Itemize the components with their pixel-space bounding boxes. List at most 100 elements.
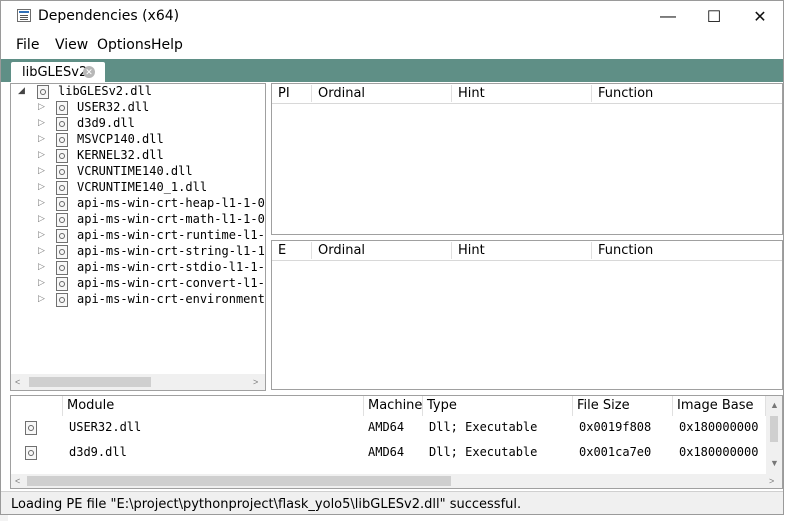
exports-col-ordinal[interactable]: Ordinal (312, 242, 452, 259)
dll-file-icon (56, 101, 68, 115)
exports-col-e[interactable]: E (272, 242, 312, 259)
tree-item-label: api-ms-win-crt-heap-l1-1-0 (77, 196, 265, 210)
module-hscroll-thumb[interactable] (27, 476, 451, 486)
module-col-image-base[interactable]: Image Base (673, 396, 766, 416)
scroll-up-icon[interactable]: ▲ (770, 400, 779, 410)
dll-file-icon (56, 117, 68, 131)
tree-item-label: d3d9.dll (77, 116, 135, 130)
module-col-icon (11, 396, 63, 416)
expand-arrow-icon[interactable]: ▷ (38, 181, 48, 193)
scroll-right-icon[interactable]: > (769, 476, 774, 486)
dll-file-icon (56, 197, 68, 211)
tree-item-label: MSVCP140.dll (77, 132, 164, 146)
expand-arrow-icon[interactable]: ▷ (38, 213, 48, 225)
tree-item-label: KERNEL32.dll (77, 148, 164, 162)
exports-panel: E Ordinal Hint Function (271, 240, 783, 390)
dll-file-icon (25, 421, 37, 435)
scroll-left-icon[interactable]: < (15, 476, 20, 486)
menu-file[interactable]: File (16, 37, 39, 53)
tree-item-label: api-ms-win-crt-convert-l1- (77, 276, 265, 290)
tree-item-label: api-ms-win-crt-math-l1-1-0 (77, 212, 265, 226)
dll-file-icon (56, 181, 68, 195)
expand-arrow-icon[interactable]: ▷ (38, 229, 48, 241)
module-type: Dll; Executable (429, 420, 538, 434)
document-tab-strip: libGLESv2 ✕ (1, 59, 783, 82)
tree-scroll-thumb[interactable] (29, 377, 151, 387)
module-file-size: 0x0019f808 (579, 420, 652, 434)
dll-file-icon (25, 446, 37, 460)
scroll-left-icon[interactable]: < (15, 377, 20, 387)
expand-arrow-icon[interactable]: ▷ (38, 245, 48, 257)
menu-help[interactable]: Help (151, 37, 183, 53)
expand-arrow-icon[interactable]: ▷ (38, 149, 48, 161)
expand-arrow-icon[interactable]: ▷ (38, 117, 48, 129)
tab-libglesv2[interactable]: libGLESv2 ✕ (11, 62, 105, 82)
table-row[interactable]: d3d9.dll AMD64 Dll; Executable 0x001ca7e… (11, 441, 766, 466)
imports-panel: PI Ordinal Hint Function (271, 83, 783, 235)
module-col-machine[interactable]: Machine (364, 396, 423, 416)
module-image-base: 0x180000000 (679, 445, 759, 459)
minimize-icon: — (660, 7, 676, 25)
minimize-button[interactable]: — (645, 1, 691, 32)
imports-col-ordinal[interactable]: Ordinal (312, 85, 452, 102)
module-machine: AMD64 (368, 420, 405, 434)
menu-options[interactable]: Options (97, 37, 151, 53)
module-scroll-thumb[interactable] (770, 416, 778, 442)
imports-col-function[interactable]: Function (592, 85, 782, 102)
module-name: d3d9.dll (69, 445, 127, 459)
expand-arrow-icon[interactable]: ▷ (38, 293, 48, 305)
module-name: USER32.dll (69, 420, 142, 434)
imports-header: PI Ordinal Hint Function (272, 84, 782, 104)
window-title: Dependencies (x64) (38, 8, 180, 24)
module-list: Module Machine Type File Size Image Base… (10, 395, 783, 489)
dll-file-icon (56, 245, 68, 259)
exports-col-hint[interactable]: Hint (452, 242, 592, 259)
tree-horizontal-scrollbar[interactable]: < > (11, 374, 265, 390)
tab-label: libGLESv2 (22, 65, 88, 80)
expand-arrow-icon[interactable]: ▷ (38, 261, 48, 273)
close-icon: ✕ (753, 8, 767, 26)
module-col-module[interactable]: Module (63, 396, 364, 416)
expand-arrow-icon[interactable]: ▷ (38, 277, 48, 289)
dll-file-icon (56, 277, 68, 291)
dependencies-window: Dependencies (x64) — ☐ ✕ File View Optio… (0, 0, 784, 515)
table-row[interactable]: USER32.dll AMD64 Dll; Executable 0x0019f… (11, 416, 766, 441)
tree-root-label: libGLESv2.dll (58, 84, 152, 98)
module-image-base: 0x180000000 (679, 420, 759, 434)
module-file-size: 0x001ca7e0 (579, 445, 652, 459)
imports-col-hint[interactable]: Hint (452, 85, 592, 102)
expand-arrow-icon[interactable]: ▷ (38, 165, 48, 177)
module-horizontal-scrollbar[interactable]: < > (11, 474, 782, 488)
collapse-arrow-icon[interactable]: ◢ (18, 85, 28, 97)
maximize-button[interactable]: ☐ (691, 1, 737, 32)
status-text: Loading PE file "E:\project\pythonprojec… (11, 497, 522, 512)
app-icon (17, 9, 31, 22)
tree-item-label: USER32.dll (77, 100, 150, 114)
exports-header: E Ordinal Hint Function (272, 241, 782, 261)
tab-close-icon[interactable]: ✕ (83, 66, 95, 78)
menu-bar: File View Options Help (1, 33, 783, 58)
expand-arrow-icon[interactable]: ▷ (38, 133, 48, 145)
dependency-tree: ◢ libGLESv2.dll ▷ USER32.dll ▷ d3d9.dll ▷ MSV… (10, 83, 266, 391)
module-col-type[interactable]: Type (423, 396, 573, 416)
tree-item-label: api-ms-win-crt-stdio-l1-1- (77, 260, 265, 274)
module-vertical-scrollbar[interactable]: ▲ ▼ (766, 396, 782, 474)
dll-file-icon (56, 229, 68, 243)
dll-file-icon (56, 293, 68, 307)
module-col-file-size[interactable]: File Size (573, 396, 673, 416)
close-button[interactable]: ✕ (737, 1, 783, 32)
dll-file-icon (37, 85, 49, 99)
title-bar[interactable]: Dependencies (x64) — ☐ ✕ (1, 1, 783, 32)
scroll-down-icon[interactable]: ▼ (770, 458, 779, 468)
exports-col-function[interactable]: Function (592, 242, 782, 259)
dll-file-icon (56, 133, 68, 147)
tree-item-label: api-ms-win-crt-environment (77, 292, 265, 306)
imports-col-pi[interactable]: PI (272, 85, 312, 102)
menu-view[interactable]: View (55, 37, 88, 53)
scroll-right-icon[interactable]: > (253, 377, 258, 387)
module-machine: AMD64 (368, 445, 405, 459)
expand-arrow-icon[interactable]: ▷ (38, 101, 48, 113)
expand-arrow-icon[interactable]: ▷ (38, 197, 48, 209)
dll-file-icon (56, 261, 68, 275)
tree-item-label: api-ms-win-crt-string-l1-1 (77, 244, 265, 258)
